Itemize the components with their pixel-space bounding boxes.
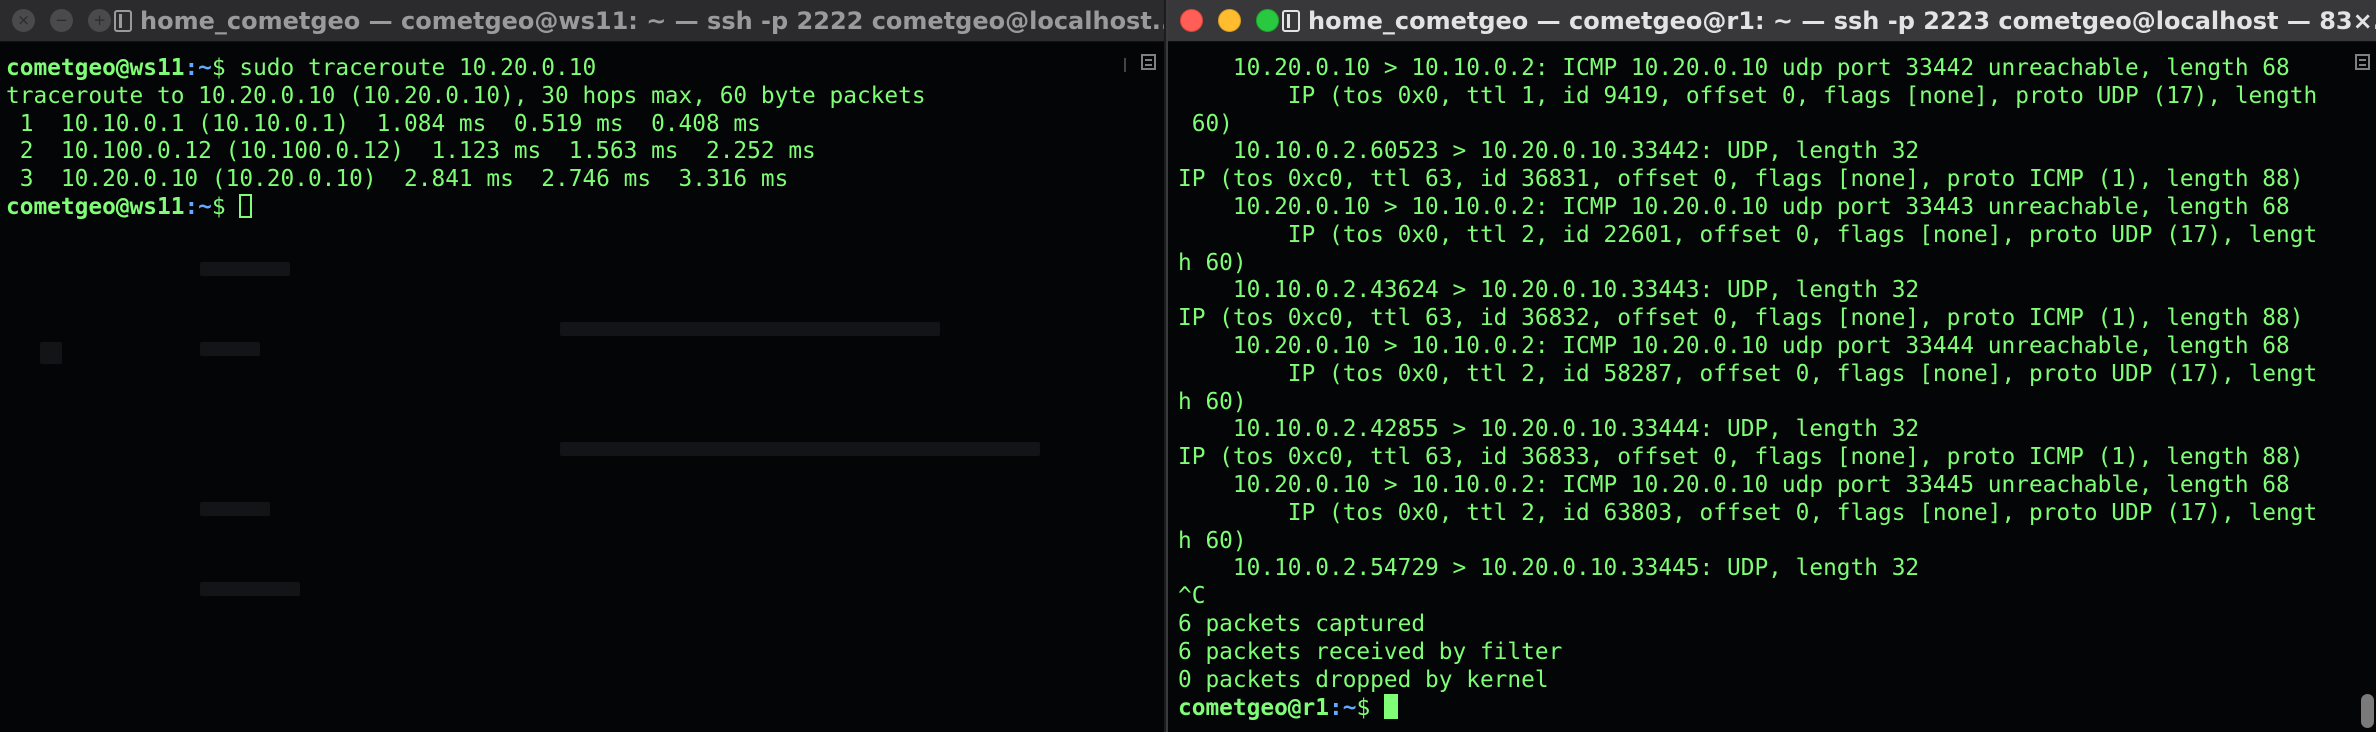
output-line: 10.10.0.2.42855 > 10.20.0.10.33444: UDP,…	[1178, 416, 1920, 443]
output-line: 10.10.0.2.43624 > 10.20.0.10.33443: UDP,…	[1178, 277, 1920, 304]
maximize-button[interactable]: +	[88, 9, 111, 32]
output-line: 10.20.0.10 > 10.10.0.2: ICMP 10.20.0.10 …	[1178, 471, 2290, 498]
output-line: 3 10.20.0.10 (10.20.0.10) 2.841 ms 2.746…	[6, 166, 789, 193]
output-line: 60)	[1178, 110, 1233, 137]
output-line: h 60)	[1178, 388, 1247, 415]
prompt-user-host: cometgeo@ws11	[6, 55, 185, 81]
maximize-button[interactable]	[1256, 9, 1279, 32]
output-line: 2 10.100.0.12 (10.100.0.12) 1.123 ms 1.5…	[6, 138, 816, 165]
output-line: IP (tos 0x0, ttl 1, id 9419, offset 0, f…	[1178, 82, 2318, 109]
output-line: h 60)	[1178, 527, 1247, 554]
text-cursor	[1383, 694, 1398, 720]
terminal-window-r1[interactable]: home_cometgeo — cometgeo@r1: ~ — ssh -p …	[1166, 0, 2376, 732]
command-line: cometgeo@ws11:~$ sudo traceroute 10.20.0…	[6, 55, 1164, 83]
background-ghost	[200, 582, 300, 596]
command-text: sudo traceroute 10.20.0.10	[239, 55, 597, 81]
prompt-line: cometgeo@r1:~$	[1178, 694, 2376, 722]
prompt-line: cometgeo@ws11:~$	[6, 193, 1164, 222]
output-line: IP (tos 0x0, ttl 2, id 63803, offset 0, …	[1178, 499, 2318, 526]
window-title: home_cometgeo — cometgeo@r1: ~ — ssh -p …	[1282, 7, 2376, 35]
prompt-path: :~	[184, 193, 212, 220]
prompt-symbol: $	[211, 193, 240, 220]
output-line: 10.10.0.2.60523 > 10.20.0.10.33442: UDP,…	[1178, 138, 1920, 165]
output-line: IP (tos 0x0, ttl 2, id 22601, offset 0, …	[1178, 221, 2318, 248]
terminal-content[interactable]: cometgeo@ws11:~$ sudo traceroute 10.20.0…	[0, 42, 1164, 732]
output-line: IP (tos 0x0, ttl 2, id 58287, offset 0, …	[1178, 360, 2318, 387]
output-line: IP (tos 0xc0, ttl 63, id 36831, offset 0…	[1178, 166, 2304, 193]
minimize-button[interactable]: −	[50, 9, 73, 32]
prompt-symbol: $	[211, 55, 240, 81]
output-line: 10.20.0.10 > 10.10.0.2: ICMP 10.20.0.10 …	[1178, 193, 2290, 220]
output-line: ^C	[1178, 583, 1206, 610]
terminal-window-ws11[interactable]: × − + home_cometgeo — cometgeo@ws11: ~ —…	[0, 0, 1164, 732]
output-line: 6 packets captured	[1178, 610, 1426, 637]
minimize-button[interactable]	[1218, 9, 1241, 32]
background-ghost	[40, 342, 62, 364]
background-ghost	[560, 442, 1040, 456]
prompt-user-host: cometgeo@r1	[1178, 695, 1329, 722]
background-ghost	[200, 342, 260, 356]
output-line: traceroute to 10.20.0.10 (10.20.0.10), 3…	[6, 82, 926, 109]
close-button[interactable]: ×	[12, 9, 35, 32]
output-line: h 60)	[1178, 249, 1247, 276]
scroll-marks-icon[interactable]	[2355, 54, 2370, 70]
output-line: 6 packets received by filter	[1178, 638, 1563, 665]
window-title: home_cometgeo — cometgeo@ws11: ~ — ssh -…	[114, 7, 1164, 35]
output-line: 10.20.0.10 > 10.10.0.2: ICMP 10.20.0.10 …	[1178, 55, 2290, 81]
scroll-marker	[1124, 58, 1126, 72]
title-bar[interactable]: home_cometgeo — cometgeo@r1: ~ — ssh -p …	[1168, 0, 2376, 42]
output-line: 10.10.0.2.54729 > 10.20.0.10.33445: UDP,…	[1178, 555, 1920, 582]
prompt-user-host: cometgeo@ws11	[6, 193, 185, 220]
output-line: IP (tos 0xc0, ttl 63, id 36832, offset 0…	[1178, 305, 2304, 332]
tcpdump-output: 10.20.0.10 > 10.10.0.2: ICMP 10.20.0.10 …	[1178, 55, 2376, 694]
scroll-marks-icon[interactable]	[1141, 54, 1156, 70]
output-line: 0 packets dropped by kernel	[1178, 666, 1549, 693]
background-ghost	[560, 322, 940, 336]
prompt-path: :~	[184, 55, 212, 81]
background-ghost	[200, 502, 270, 516]
window-controls	[1168, 9, 1282, 32]
window-controls: × − +	[0, 9, 114, 32]
output-line: IP (tos 0xc0, ttl 63, id 36833, offset 0…	[1178, 444, 2304, 471]
output-line: 1 10.10.0.1 (10.10.0.1) 1.084 ms 0.519 m…	[6, 110, 761, 137]
text-cursor	[239, 193, 253, 218]
prompt-symbol: $	[1356, 695, 1384, 722]
terminal-content[interactable]: 10.20.0.10 > 10.10.0.2: ICMP 10.20.0.10 …	[1168, 42, 2376, 732]
prompt-path: :~	[1328, 695, 1357, 722]
terminal-folder-icon	[1282, 9, 1300, 32]
window-title-text: home_cometgeo — cometgeo@ws11: ~ — ssh -…	[140, 6, 1164, 35]
title-bar[interactable]: × − + home_cometgeo — cometgeo@ws11: ~ —…	[0, 0, 1164, 42]
desktop: × − + home_cometgeo — cometgeo@ws11: ~ —…	[0, 0, 2376, 732]
scrollbar-thumb[interactable]	[2361, 694, 2374, 728]
background-ghost	[200, 262, 290, 276]
output-line: 10.20.0.10 > 10.10.0.2: ICMP 10.20.0.10 …	[1178, 332, 2290, 359]
close-button[interactable]	[1180, 9, 1203, 32]
terminal-folder-icon	[114, 9, 132, 32]
window-title-text: home_cometgeo — cometgeo@r1: ~ — ssh -p …	[1308, 6, 2376, 35]
